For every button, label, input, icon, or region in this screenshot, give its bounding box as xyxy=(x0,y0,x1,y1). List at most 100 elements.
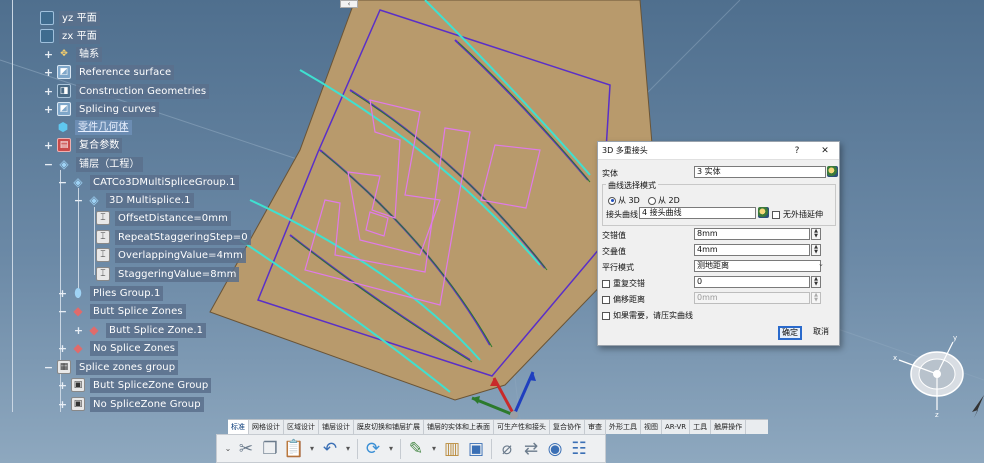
tree-node-no-splicezone-group[interactable]: + ▣ No SpliceZone Group xyxy=(58,396,204,412)
overlap-input[interactable]: 4mm xyxy=(694,244,810,256)
specification-tree[interactable]: yz 平面 zx 平面 + ✥ 轴系 + ◩ Reference surface… xyxy=(0,0,251,420)
help-button[interactable]: ? xyxy=(783,146,811,156)
parallel-mode-select[interactable]: 测地距离 xyxy=(694,260,821,272)
tab-standard[interactable]: 标准 xyxy=(228,420,249,434)
staggering-spinner[interactable]: ▲ ▼ xyxy=(811,228,821,240)
hide-icon[interactable]: ⌀ xyxy=(496,438,518,460)
update-dropdown-icon[interactable]: ▾ xyxy=(386,438,396,460)
offset-distance-checkbox[interactable]: 偏移距离 xyxy=(602,294,645,305)
collapse-icon[interactable]: − xyxy=(58,177,67,188)
undo-icon[interactable]: ↶ xyxy=(319,438,341,460)
expand-icon[interactable]: + xyxy=(58,343,67,354)
expand-icon[interactable]: + xyxy=(44,140,53,151)
expand-icon[interactable]: + xyxy=(44,49,53,60)
measure-dropdown-icon[interactable]: ▾ xyxy=(429,438,439,460)
select-entity-icon[interactable] xyxy=(827,166,838,177)
tree-node-reference-surface[interactable]: + ◩ Reference surface xyxy=(44,64,175,80)
from-2d-radio[interactable]: 从 2D xyxy=(648,195,680,206)
from-3d-radio[interactable]: 从 3D xyxy=(608,195,640,206)
update-icon[interactable]: ⟳ xyxy=(362,438,384,460)
cut-icon[interactable]: ✂ xyxy=(235,438,257,460)
measure-icon[interactable]: ✎ xyxy=(405,438,427,460)
chevron-down-icon[interactable]: ⌄ xyxy=(818,260,824,268)
cancel-button[interactable]: 取消 xyxy=(808,326,834,340)
expand-icon[interactable]: + xyxy=(58,399,67,410)
tree-node-multisplice-group[interactable]: − ◈ CATCo3DMultiSpliceGroup.1 xyxy=(58,174,239,190)
tab-view[interactable]: 视图 xyxy=(641,420,662,434)
undo-dropdown-icon[interactable]: ▾ xyxy=(343,438,353,460)
tree-node-splice-zones-group[interactable]: − ▦ Splice zones group xyxy=(44,359,179,375)
panel-collapse-button[interactable]: ‹ xyxy=(340,0,358,8)
no-extrapolate-checkbox[interactable]: 无外插延伸 xyxy=(772,209,823,220)
tree-node-plies-engineering[interactable]: − ◈ 铺层（工程） xyxy=(44,156,143,172)
checkbox-icon[interactable] xyxy=(772,210,780,219)
tree-node-plies-group[interactable]: + ⬮ Plies Group.1 xyxy=(58,285,164,301)
tab-ar-vr[interactable]: AR-VR xyxy=(662,420,691,434)
tree-node-part-body[interactable]: ⬢ 零件几何体 xyxy=(56,119,132,135)
checkbox-icon[interactable] xyxy=(602,279,610,288)
expand-icon[interactable]: + xyxy=(58,380,67,391)
catalog-icon[interactable]: ▥ xyxy=(441,438,463,460)
tab-tools[interactable]: 工具 xyxy=(690,420,712,434)
compass-icon[interactable]: y x z xyxy=(885,328,984,418)
expand-icon[interactable]: + xyxy=(44,67,53,78)
chevron-down-icon[interactable]: ⌄ xyxy=(223,438,233,460)
tree-node-overlapping-value[interactable]: ⌶ OverlappingValue=4mm xyxy=(96,247,246,263)
radio-icon[interactable] xyxy=(648,196,656,205)
tree-node-butt-splice-zone-1[interactable]: + ◆ Butt Splice Zone.1 xyxy=(74,322,207,338)
expand-icon[interactable]: + xyxy=(58,288,67,299)
staggering-input[interactable]: 8mm xyxy=(694,228,810,240)
tree-node-repeat-staggering-step[interactable]: ⌶ RepeatStaggeringStep=0 xyxy=(96,229,251,245)
repeat-spinner[interactable]: ▲ ▼ xyxy=(811,276,821,288)
tab-shape-tools[interactable]: 外形工具 xyxy=(606,420,641,434)
tab-producibility-splice[interactable]: 可生产性和接头 xyxy=(494,420,550,434)
repeat-staggering-input[interactable]: 0 xyxy=(694,276,810,288)
paste-icon[interactable]: 📋 xyxy=(283,438,305,460)
expand-icon[interactable]: + xyxy=(44,86,53,97)
tree-node-butt-splicezone-group[interactable]: + ▣ Butt SpliceZone Group xyxy=(58,377,212,393)
3d-multisplice-dialog[interactable]: 3D 多重接头 ? ✕ 实体 3 实体 曲线选择模式 从 3D 从 2D 接头曲… xyxy=(597,141,840,346)
checkbox-icon[interactable] xyxy=(602,311,610,320)
tree-node-3d-multisplice[interactable]: − ◈ 3D Multisplice.1 xyxy=(74,192,194,208)
tab-zone-design[interactable]: 区域设计 xyxy=(284,420,319,434)
show-icon[interactable]: ◉ xyxy=(544,438,566,460)
splice-curve-field[interactable]: 4 接头曲线 xyxy=(639,207,756,219)
tab-review[interactable]: 审查 xyxy=(585,420,606,434)
expand-icon[interactable]: + xyxy=(44,104,53,115)
close-button[interactable]: ✕ xyxy=(811,146,839,156)
tree-node-axis-system[interactable]: + ✥ 轴系 xyxy=(44,46,103,62)
tree-node-composite-parameters[interactable]: + ▤ 复合参数 xyxy=(44,137,123,153)
collapse-icon[interactable]: − xyxy=(74,195,83,206)
checkbox-icon[interactable] xyxy=(602,295,610,304)
image-icon[interactable]: ▣ xyxy=(465,438,487,460)
tree-node-construction-geometries[interactable]: + ◨ Construction Geometries xyxy=(44,83,210,99)
entity-field[interactable]: 3 实体 xyxy=(694,166,826,178)
collapse-icon[interactable]: − xyxy=(58,306,67,317)
swap-visible-icon[interactable]: ⇄ xyxy=(520,438,542,460)
tab-mesh-design[interactable]: 网格设计 xyxy=(249,420,284,434)
compress-curve-checkbox[interactable]: 如果需要，请压实曲线 xyxy=(602,310,693,321)
paste-dropdown-icon[interactable]: ▾ xyxy=(307,438,317,460)
radio-icon[interactable] xyxy=(608,196,616,205)
tab-touch[interactable]: 触屏操作 xyxy=(711,420,747,434)
ok-button[interactable]: 确定 xyxy=(778,326,802,340)
tab-composite-collab[interactable]: 复合协作 xyxy=(550,420,585,434)
tree-node-yz-plane[interactable]: yz 平面 xyxy=(40,10,100,26)
tree-node-staggering-value[interactable]: ⌶ StaggeringValue=8mm xyxy=(96,266,240,282)
tab-ply-design[interactable]: 铺层设计 xyxy=(319,420,354,434)
collapse-icon[interactable]: − xyxy=(44,159,53,170)
overlap-spinner[interactable]: ▲ ▼ xyxy=(811,244,821,256)
tree-node-zx-plane[interactable]: zx 平面 xyxy=(40,28,100,44)
tree-node-butt-splice-zones[interactable]: − ◆ Butt Splice Zones xyxy=(58,303,186,319)
repeat-staggering-checkbox[interactable]: 重复交错 xyxy=(602,278,645,289)
composite-surface[interactable] xyxy=(209,0,656,401)
expand-icon[interactable]: + xyxy=(74,325,83,336)
dialog-titlebar[interactable]: 3D 多重接头 ? ✕ xyxy=(598,142,839,160)
layers-icon[interactable]: ☷ xyxy=(568,438,590,460)
copy-icon[interactable]: ❐ xyxy=(259,438,281,460)
tree-node-no-splice-zones[interactable]: + ◆ No Splice Zones xyxy=(58,340,179,356)
tree-node-offset-distance[interactable]: ⌶ OffsetDistance=0mm xyxy=(96,210,231,226)
tab-solid-upper-surface[interactable]: 铺层的实体和上表面 xyxy=(424,420,494,434)
select-curve-icon[interactable] xyxy=(758,207,769,218)
collapse-icon[interactable]: − xyxy=(44,362,53,373)
